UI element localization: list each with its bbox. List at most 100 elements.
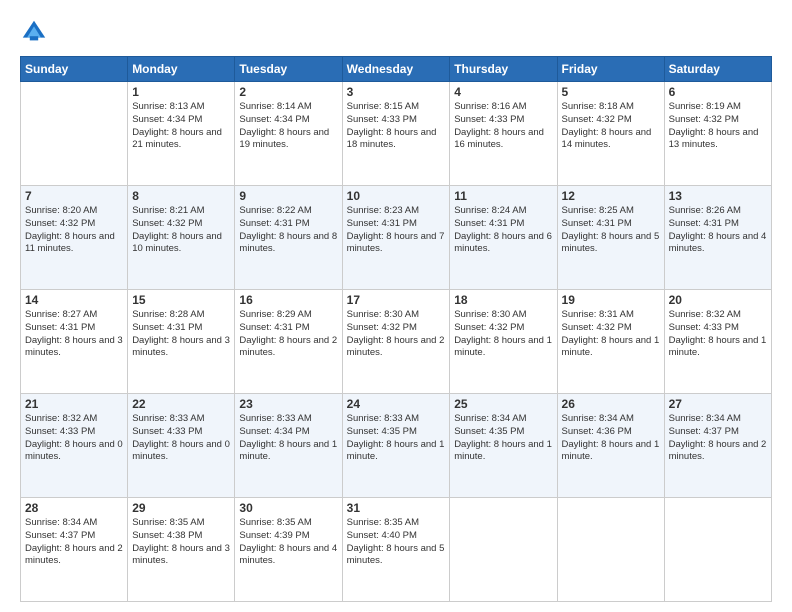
calendar-cell: 26Sunrise: 8:34 AMSunset: 4:36 PMDayligh… xyxy=(557,394,664,498)
calendar-cell: 31Sunrise: 8:35 AMSunset: 4:40 PMDayligh… xyxy=(342,498,450,602)
day-info: Sunrise: 8:29 AMSunset: 4:31 PMDaylight:… xyxy=(239,309,337,360)
day-number: 23 xyxy=(239,397,337,411)
calendar-cell: 19 Sunrise: 8:31 AMSunset: 4:32 PMDayligh… xyxy=(557,290,664,394)
day-info: Sunrise: 8:22 AMSunset: 4:31 PMDaylight:… xyxy=(239,205,337,256)
calendar-cell: 7 Sunrise: 8:20 AMSunset: 4:32 PMDaylight… xyxy=(21,186,128,290)
calendar-cell: 15Sunrise: 8:28 AMSunset: 4:31 PMDayligh… xyxy=(128,290,235,394)
day-number: 8 xyxy=(132,189,230,203)
day-number: 19 xyxy=(562,293,660,307)
day-info: Sunrise: 8:25 AMSunset: 4:31 PMDaylight:… xyxy=(562,205,660,256)
day-info: Sunrise: 8:20 AMSunset: 4:32 PMDaylight:… xyxy=(25,205,123,256)
day-info: Sunrise: 8:33 AMSunset: 4:34 PMDaylight:… xyxy=(239,413,337,464)
day-info: Sunrise: 8:15 AMSunset: 4:33 PMDaylight:… xyxy=(347,101,446,152)
day-info: Sunrise: 8:23 AMSunset: 4:31 PMDaylight:… xyxy=(347,205,446,256)
weekday-header: Saturday xyxy=(664,57,771,82)
calendar-cell: 2Sunrise: 8:14 AMSunset: 4:34 PMDaylight… xyxy=(235,82,342,186)
day-number: 14 xyxy=(25,293,123,307)
day-number: 16 xyxy=(239,293,337,307)
day-info: Sunrise: 8:34 AMSunset: 4:35 PMDaylight:… xyxy=(454,413,552,464)
header xyxy=(20,18,772,46)
calendar-cell: 9 Sunrise: 8:22 AMSunset: 4:31 PMDaylight… xyxy=(235,186,342,290)
day-info: Sunrise: 8:30 AMSunset: 4:32 PMDaylight:… xyxy=(454,309,552,360)
day-info: Sunrise: 8:21 AMSunset: 4:32 PMDaylight:… xyxy=(132,205,230,256)
day-number: 7 xyxy=(25,189,123,203)
calendar-cell xyxy=(21,82,128,186)
calendar-cell: 24Sunrise: 8:33 AMSunset: 4:35 PMDayligh… xyxy=(342,394,450,498)
day-number: 18 xyxy=(454,293,552,307)
day-info: Sunrise: 8:16 AMSunset: 4:33 PMDaylight:… xyxy=(454,101,552,152)
logo xyxy=(20,18,52,46)
calendar-cell: 29 Sunrise: 8:35 AMSunset: 4:38 PMDayligh… xyxy=(128,498,235,602)
day-number: 9 xyxy=(239,189,337,203)
day-info: Sunrise: 8:31 AMSunset: 4:32 PMDaylight:… xyxy=(562,309,660,360)
calendar-table: SundayMondayTuesdayWednesdayThursdayFrid… xyxy=(20,56,772,602)
calendar-cell: 20 Sunrise: 8:32 AMSunset: 4:33 PMDayligh… xyxy=(664,290,771,394)
calendar-cell: 28 Sunrise: 8:34 AMSunset: 4:37 PMDayligh… xyxy=(21,498,128,602)
weekday-header: Monday xyxy=(128,57,235,82)
day-info: Sunrise: 8:30 AMSunset: 4:32 PMDaylight:… xyxy=(347,309,446,360)
calendar-cell: 22 Sunrise: 8:33 AMSunset: 4:33 PMDayligh… xyxy=(128,394,235,498)
day-info: Sunrise: 8:32 AMSunset: 4:33 PMDaylight:… xyxy=(669,309,767,360)
day-info: Sunrise: 8:33 AMSunset: 4:35 PMDaylight:… xyxy=(347,413,446,464)
calendar-cell: 25 Sunrise: 8:34 AMSunset: 4:35 PMDayligh… xyxy=(450,394,557,498)
day-info: Sunrise: 8:34 AMSunset: 4:37 PMDaylight:… xyxy=(669,413,767,464)
calendar-cell: 11 Sunrise: 8:24 AMSunset: 4:31 PMDayligh… xyxy=(450,186,557,290)
day-number: 21 xyxy=(25,397,123,411)
calendar-cell: 8 Sunrise: 8:21 AMSunset: 4:32 PMDaylight… xyxy=(128,186,235,290)
calendar-week-row: 7 Sunrise: 8:20 AMSunset: 4:32 PMDaylight… xyxy=(21,186,772,290)
weekday-header: Wednesday xyxy=(342,57,450,82)
calendar-cell: 4 Sunrise: 8:16 AMSunset: 4:33 PMDaylight… xyxy=(450,82,557,186)
weekday-header: Tuesday xyxy=(235,57,342,82)
day-number: 29 xyxy=(132,501,230,515)
calendar-week-row: 28 Sunrise: 8:34 AMSunset: 4:37 PMDayligh… xyxy=(21,498,772,602)
day-info: Sunrise: 8:35 AMSunset: 4:38 PMDaylight:… xyxy=(132,517,230,568)
day-number: 22 xyxy=(132,397,230,411)
weekday-header: Sunday xyxy=(21,57,128,82)
day-info: Sunrise: 8:18 AMSunset: 4:32 PMDaylight:… xyxy=(562,101,660,152)
calendar-cell: 10 Sunrise: 8:23 AMSunset: 4:31 PMDayligh… xyxy=(342,186,450,290)
calendar-cell: 23 Sunrise: 8:33 AMSunset: 4:34 PMDayligh… xyxy=(235,394,342,498)
calendar-week-row: 1 Sunrise: 8:13 AMSunset: 4:34 PMDaylight… xyxy=(21,82,772,186)
day-number: 28 xyxy=(25,501,123,515)
day-number: 27 xyxy=(669,397,767,411)
calendar-cell: 14 Sunrise: 8:27 AMSunset: 4:31 PMDayligh… xyxy=(21,290,128,394)
calendar-cell xyxy=(664,498,771,602)
day-info: Sunrise: 8:26 AMSunset: 4:31 PMDaylight:… xyxy=(669,205,767,256)
day-info: Sunrise: 8:35 AMSunset: 4:40 PMDaylight:… xyxy=(347,517,446,568)
calendar-cell: 6Sunrise: 8:19 AMSunset: 4:32 PMDaylight… xyxy=(664,82,771,186)
day-info: Sunrise: 8:24 AMSunset: 4:31 PMDaylight:… xyxy=(454,205,552,256)
day-number: 15 xyxy=(132,293,230,307)
calendar-cell: 18 Sunrise: 8:30 AMSunset: 4:32 PMDayligh… xyxy=(450,290,557,394)
calendar-cell xyxy=(557,498,664,602)
day-number: 20 xyxy=(669,293,767,307)
weekday-header: Friday xyxy=(557,57,664,82)
day-number: 1 xyxy=(132,85,230,99)
calendar-cell: 16 Sunrise: 8:29 AMSunset: 4:31 PMDayligh… xyxy=(235,290,342,394)
calendar-cell: 21Sunrise: 8:32 AMSunset: 4:33 PMDayligh… xyxy=(21,394,128,498)
day-info: Sunrise: 8:13 AMSunset: 4:34 PMDaylight:… xyxy=(132,101,230,152)
day-info: Sunrise: 8:35 AMSunset: 4:39 PMDaylight:… xyxy=(239,517,337,568)
logo-icon xyxy=(20,18,48,46)
calendar-cell: 12 Sunrise: 8:25 AMSunset: 4:31 PMDayligh… xyxy=(557,186,664,290)
day-info: Sunrise: 8:19 AMSunset: 4:32 PMDaylight:… xyxy=(669,101,767,152)
weekday-header: Thursday xyxy=(450,57,557,82)
day-number: 12 xyxy=(562,189,660,203)
day-info: Sunrise: 8:33 AMSunset: 4:33 PMDaylight:… xyxy=(132,413,230,464)
day-number: 11 xyxy=(454,189,552,203)
calendar-cell xyxy=(450,498,557,602)
day-number: 10 xyxy=(347,189,446,203)
day-number: 17 xyxy=(347,293,446,307)
day-number: 4 xyxy=(454,85,552,99)
day-info: Sunrise: 8:27 AMSunset: 4:31 PMDaylight:… xyxy=(25,309,123,360)
day-info: Sunrise: 8:34 AMSunset: 4:37 PMDaylight:… xyxy=(25,517,123,568)
calendar-cell: 3Sunrise: 8:15 AMSunset: 4:33 PMDaylight… xyxy=(342,82,450,186)
day-number: 30 xyxy=(239,501,337,515)
calendar-week-row: 21Sunrise: 8:32 AMSunset: 4:33 PMDayligh… xyxy=(21,394,772,498)
day-info: Sunrise: 8:14 AMSunset: 4:34 PMDaylight:… xyxy=(239,101,337,152)
day-number: 13 xyxy=(669,189,767,203)
calendar-header-row: SundayMondayTuesdayWednesdayThursdayFrid… xyxy=(21,57,772,82)
calendar-cell: 5Sunrise: 8:18 AMSunset: 4:32 PMDaylight… xyxy=(557,82,664,186)
day-number: 25 xyxy=(454,397,552,411)
day-info: Sunrise: 8:34 AMSunset: 4:36 PMDaylight:… xyxy=(562,413,660,464)
calendar-cell: 17 Sunrise: 8:30 AMSunset: 4:32 PMDayligh… xyxy=(342,290,450,394)
